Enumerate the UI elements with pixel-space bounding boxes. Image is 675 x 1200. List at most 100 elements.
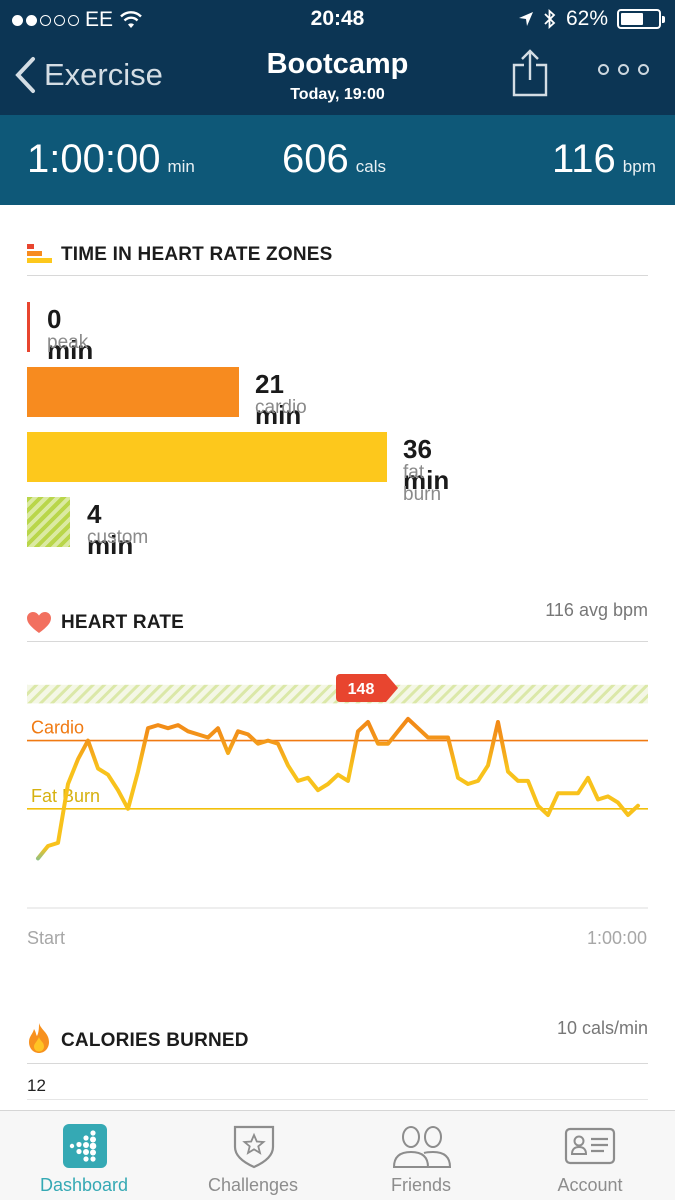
zone-peak-bar [27, 302, 30, 352]
zone-fatburn-bar [27, 432, 387, 482]
share-button[interactable] [510, 48, 550, 98]
heart-rate-point [116, 789, 119, 792]
heart-rate-point [126, 807, 129, 810]
heart-rate-point [306, 776, 309, 779]
heart-rate-point [36, 857, 39, 860]
zones-header: TIME IN HEART RATE ZONES [27, 212, 648, 276]
heart-rate-point [496, 720, 499, 723]
cardio-threshold-label: Cardio [31, 718, 84, 738]
heart-rate-point [466, 782, 469, 785]
challenges-badge-icon [233, 1125, 275, 1169]
heart-rate-point [286, 764, 289, 767]
more-options-icon[interactable] [598, 64, 649, 75]
peak-badge-label: 148 [348, 681, 375, 698]
heart-rate-point [186, 730, 189, 733]
calories-unit: cals [355, 157, 386, 176]
heart-rate-point [606, 795, 609, 798]
bluetooth-icon [544, 9, 556, 29]
top-bar: EE 20:48 62% Exercise Bootcamp Today, 19… [0, 0, 675, 115]
zone-cardio-bar [27, 367, 239, 417]
zone-fatburn-label: fat burn [403, 462, 442, 505]
heart-rate-point [546, 813, 549, 816]
battery-percent: 62% [565, 7, 608, 30]
heart-rate-point [356, 730, 359, 733]
zones-bars-icon [27, 244, 52, 263]
heart-rate-point [146, 727, 149, 730]
battery-icon [617, 9, 665, 29]
heart-rate-point [256, 742, 259, 745]
heart-rate-point [86, 739, 89, 742]
heart-rate-point [426, 736, 429, 739]
tab-bar: Dashboard Challenges Friends Account [0, 1110, 675, 1200]
heart-rate-unit: bpm [622, 157, 656, 176]
heart-rate-point [326, 782, 329, 785]
zones-title: TIME IN HEART RATE ZONES [61, 244, 333, 265]
calories-value: 606 [282, 137, 349, 181]
heart-rate-point [516, 779, 519, 782]
heart-rate-title: HEART RATE [61, 612, 185, 633]
zone-peak-label: peak [47, 332, 89, 353]
status-bar: EE 20:48 62% [0, 0, 675, 38]
calories-rate: 10 cals/min [556, 1018, 648, 1038]
heart-rate-point [56, 841, 59, 844]
heart-rate-point [316, 789, 319, 792]
heart-rate-point [206, 736, 209, 739]
heart-rate-point [396, 730, 399, 733]
heart-rate-point [566, 792, 569, 795]
friends-icon [392, 1126, 452, 1168]
heart-rate-point [486, 764, 489, 767]
heart-rate-point [66, 782, 69, 785]
heart-rate-point [476, 779, 479, 782]
heart-rate-point [536, 804, 539, 807]
zone-custom-bar [27, 497, 70, 547]
heart-rate-point [136, 770, 139, 773]
summary-band: 1:00:00 min 606 cals 116 bpm [0, 115, 675, 205]
heart-rate-point [216, 727, 219, 730]
heart-rate-point [596, 798, 599, 801]
heart-rate-stat: 116 bpm [552, 137, 656, 182]
duration-stat: 1:00:00 min [27, 137, 195, 182]
zone-cardio-label: cardio [255, 397, 307, 418]
heart-rate-point [576, 792, 579, 795]
heart-rate-point [106, 773, 109, 776]
tab-dashboard[interactable]: Dashboard [0, 1111, 168, 1200]
calories-header: CALORIES BURNED 10 cals/min [27, 1000, 648, 1064]
heart-rate-value: 116 [552, 137, 616, 181]
heart-rate-point [176, 724, 179, 727]
heart-rate-point [96, 767, 99, 770]
heart-rate-point [296, 779, 299, 782]
tab-friends[interactable]: Friends [337, 1111, 505, 1200]
tab-account[interactable]: Account [506, 1111, 674, 1200]
heart-rate-point [46, 844, 49, 847]
chart-end-label: 1:00:00 [586, 928, 647, 948]
heart-rate-point [196, 733, 199, 736]
tab-challenges-label: Challenges [207, 1175, 299, 1195]
calories-stat: 606 cals [282, 137, 386, 182]
heart-rate-point [156, 724, 159, 727]
duration-value: 1:00:00 [27, 137, 161, 181]
heart-rate-point [526, 779, 529, 782]
calories-axis-top: 12 [27, 1076, 46, 1095]
heart-rate-chart: Cardio Fat Burn 148 Start 1:00:00 [0, 640, 675, 960]
page-title: Bootcamp [266, 48, 409, 80]
heart-rate-header: HEART RATE 116 avg bpm [27, 578, 648, 642]
flame-icon [29, 1023, 49, 1053]
tab-challenges[interactable]: Challenges [169, 1111, 337, 1200]
heart-rate-point [636, 804, 639, 807]
heart-icon [27, 612, 51, 633]
heart-rate-point [336, 773, 339, 776]
tab-friends-label: Friends [390, 1175, 452, 1195]
heart-rate-point [626, 813, 629, 816]
heart-rate-point [416, 727, 419, 730]
heart-rate-point [346, 779, 349, 782]
fitbit-dashboard-icon [63, 1124, 107, 1168]
heart-rate-point [586, 776, 589, 779]
zone-custom-label: custom [87, 527, 149, 548]
account-card-icon [564, 1127, 616, 1165]
heart-rate-point [386, 742, 389, 745]
heart-rate-point [266, 739, 269, 742]
calories-title: CALORIES BURNED [61, 1030, 249, 1051]
heart-rate-point [376, 742, 379, 745]
tab-dashboard-label: Dashboard [39, 1175, 129, 1195]
tab-account-label: Account [557, 1175, 623, 1195]
